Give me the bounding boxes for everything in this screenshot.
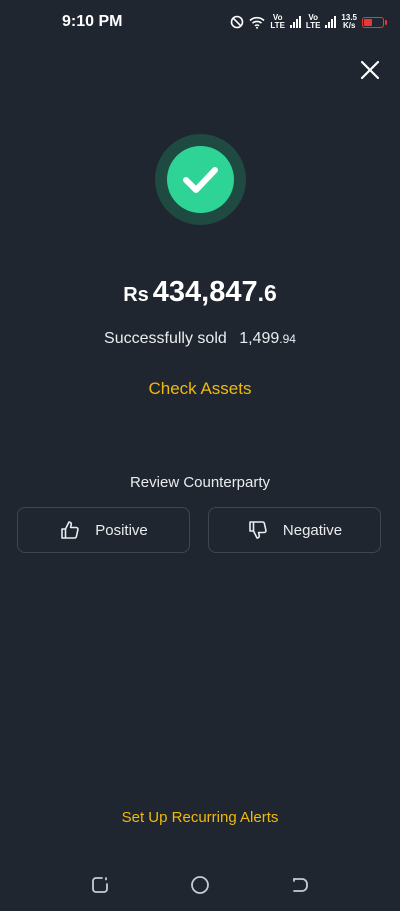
status-bar: 9:10 PM Vo LTE Vo LTE 13.5 K/s: [0, 0, 400, 44]
sold-label: Successfully sold: [104, 330, 227, 347]
battery-icon: [362, 16, 387, 28]
status-icons: Vo LTE Vo LTE 13.5 K/s: [230, 10, 387, 34]
negative-button[interactable]: Negative: [208, 507, 381, 553]
sale-amount: Rs 434,847.6: [0, 276, 400, 309]
status-time: 9:10 PM: [62, 13, 123, 30]
home-icon: [191, 876, 209, 894]
review-title: Review Counterparty: [129, 474, 271, 491]
amount-decimal: .6: [257, 280, 277, 306]
amount-integer: 434,847: [152, 276, 258, 308]
navigation-bar: [0, 862, 400, 908]
negative-label: Negative: [282, 521, 343, 539]
success-badge: [155, 134, 246, 225]
thumbs-down-icon: [249, 521, 267, 539]
positive-button[interactable]: Positive: [17, 507, 190, 553]
positive-label: Positive: [95, 521, 148, 539]
close-button[interactable]: [356, 56, 384, 84]
recurring-alerts-link[interactable]: Set Up Recurring Alerts: [0, 809, 400, 826]
back-icon: [293, 878, 308, 892]
recent-apps-icon: [92, 877, 108, 893]
sold-quantity: 1,499.94: [239, 330, 296, 347]
home-button[interactable]: [189, 874, 211, 896]
currency-label: Rs: [123, 284, 149, 306]
sold-summary: Successfully sold 1,499.94: [0, 330, 400, 348]
volte-indicator-1: Vo LTE: [270, 13, 285, 30]
success-circle: [167, 146, 234, 213]
do-not-disturb-icon: [231, 15, 244, 29]
network-speed: 13.5 K/s: [341, 13, 357, 30]
check-assets-link[interactable]: Check Assets: [0, 379, 400, 399]
checkmark-icon: [183, 167, 218, 193]
recent-apps-button[interactable]: [89, 874, 111, 896]
wifi-icon: [249, 16, 265, 29]
thumbs-up-icon: [61, 521, 79, 539]
back-button[interactable]: [289, 874, 311, 896]
signal-icon-2: [325, 16, 337, 28]
volte-indicator-2: Vo LTE: [305, 13, 321, 30]
close-icon: [360, 60, 380, 80]
signal-icon: [289, 16, 301, 28]
